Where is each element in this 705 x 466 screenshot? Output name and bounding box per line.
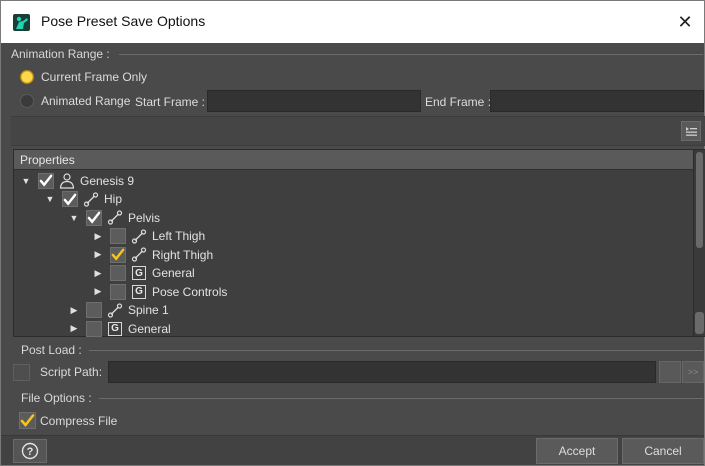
properties-panel: Properties ▼ Genesis 9 ▼ Hip ▼ Pelvis ▶ Left Th… <box>13 149 705 337</box>
tree-row[interactable]: ▶ Spine 1 <box>68 301 169 320</box>
group-divider <box>99 398 703 399</box>
expand-down-icon[interactable]: ▼ <box>68 213 80 223</box>
script-path-checkbox[interactable] <box>13 364 30 381</box>
properties-header: Properties <box>14 150 693 170</box>
animated-range-label: Animated Range <box>41 94 131 108</box>
expand-right-icon[interactable]: ▶ <box>92 249 104 260</box>
group-icon: G <box>108 321 122 336</box>
bone-icon <box>106 209 124 227</box>
compress-file-checkbox[interactable] <box>19 412 36 429</box>
browse-icon: >> <box>687 367 699 377</box>
tree-node-label: General <box>128 321 171 336</box>
checkmark-icon <box>20 414 35 428</box>
checkmark-icon <box>63 193 77 206</box>
tree-row[interactable]: ▼ Genesis 9 <box>20 171 134 190</box>
menu-lines-icon <box>686 127 697 136</box>
figure-icon <box>58 172 76 190</box>
svg-text:?: ? <box>27 446 34 458</box>
close-icon: ✕ <box>677 11 693 32</box>
checkmark-icon <box>87 211 101 224</box>
tree-node-label: Spine 1 <box>128 303 169 317</box>
tree-row[interactable]: ▶ G General <box>92 264 195 283</box>
tree-row[interactable]: ▶ G General <box>68 319 171 338</box>
help-button[interactable]: ? <box>13 439 47 463</box>
tree-checkbox[interactable] <box>110 246 126 263</box>
tree-checkbox[interactable] <box>110 265 126 281</box>
tree-row[interactable]: ▼ Pelvis <box>68 208 160 227</box>
tree-node-label: Genesis 9 <box>80 173 135 188</box>
script-path-browse-button[interactable]: >> <box>682 361 704 383</box>
group-icon: G <box>132 284 146 299</box>
end-frame-label: End Frame : <box>425 95 492 109</box>
bone-icon <box>82 190 100 208</box>
tree-row[interactable]: ▶ Left Thigh <box>92 227 205 246</box>
properties-scrollbar[interactable] <box>693 150 705 336</box>
current-frame-label: Current Frame Only <box>41 70 148 84</box>
expand-right-icon[interactable]: ▶ <box>68 305 80 316</box>
checkmark-icon <box>39 174 53 187</box>
tree-checkbox[interactable] <box>110 228 126 244</box>
start-frame-label: Start Frame : <box>135 95 206 109</box>
scrollbar-thumb[interactable] <box>696 152 703 248</box>
post-load-group-label: Post Load : <box>21 343 82 357</box>
bone-icon <box>130 227 148 245</box>
script-path-field[interactable] <box>108 361 656 383</box>
expand-right-icon[interactable]: ▶ <box>92 231 104 242</box>
accept-button[interactable]: Accept <box>536 438 618 464</box>
script-path-clear-button[interactable] <box>659 361 681 383</box>
options-menu-button[interactable] <box>681 121 701 141</box>
tree-node-label: Pose Controls <box>152 284 228 299</box>
properties-toolbar <box>11 116 705 146</box>
tree-checkbox[interactable] <box>86 320 102 337</box>
tree-row[interactable]: ▶ G Pose Controls <box>92 282 227 301</box>
group-divider <box>89 350 703 351</box>
daz-figure-icon <box>13 14 30 31</box>
tree-node-label: Right Thigh <box>152 247 214 262</box>
tree-node-label: Hip <box>104 192 123 206</box>
tree-node-label: Left Thigh <box>152 229 206 243</box>
group-icon: G <box>132 266 146 280</box>
end-frame-field[interactable] <box>490 90 704 112</box>
help-icon: ? <box>21 442 39 460</box>
script-path-label: Script Path: <box>40 365 103 379</box>
tree-node-label: Pelvis <box>128 210 161 225</box>
expand-right-icon[interactable]: ▶ <box>92 286 104 297</box>
start-frame-field[interactable] <box>207 90 421 112</box>
bone-icon <box>106 301 124 319</box>
animated-range-radio[interactable] <box>20 94 34 108</box>
tree-row[interactable]: ▼ Hip <box>44 190 122 209</box>
current-frame-radio[interactable] <box>20 70 34 84</box>
checkmark-icon <box>111 248 125 261</box>
file-options-group-label: File Options : <box>21 391 92 405</box>
bone-icon <box>130 246 148 264</box>
expand-down-icon[interactable]: ▼ <box>44 194 56 204</box>
expand-down-icon[interactable]: ▼ <box>20 176 32 186</box>
title-bar: Pose Preset Save Options ✕ <box>1 1 704 43</box>
cancel-button[interactable]: Cancel <box>622 438 704 464</box>
expand-right-icon[interactable]: ▶ <box>68 323 80 334</box>
tree-node-label: General <box>152 266 195 280</box>
animation-range-group-label: Animation Range : <box>11 47 110 61</box>
dialog-body: Animation Range : Current Frame Only Ani… <box>1 43 705 465</box>
group-divider <box>119 54 703 55</box>
tree-checkbox[interactable] <box>38 172 54 189</box>
expand-right-icon[interactable]: ▶ <box>92 268 104 279</box>
dialog-footer: ? Accept Cancel <box>1 435 704 465</box>
compress-file-label: Compress File <box>40 414 118 428</box>
tree-row[interactable]: ▶ Right Thigh <box>92 245 213 264</box>
scrollbar-arrows[interactable] <box>695 312 704 334</box>
close-button[interactable]: ✕ <box>672 9 698 35</box>
pose-preset-save-options-dialog: Pose Preset Save Options ✕ Animation Ran… <box>0 0 705 466</box>
tree-checkbox[interactable] <box>86 209 102 226</box>
tree-checkbox[interactable] <box>62 191 78 207</box>
tree-checkbox[interactable] <box>86 302 102 318</box>
window-title: Pose Preset Save Options <box>41 13 206 29</box>
tree-checkbox[interactable] <box>110 283 126 300</box>
